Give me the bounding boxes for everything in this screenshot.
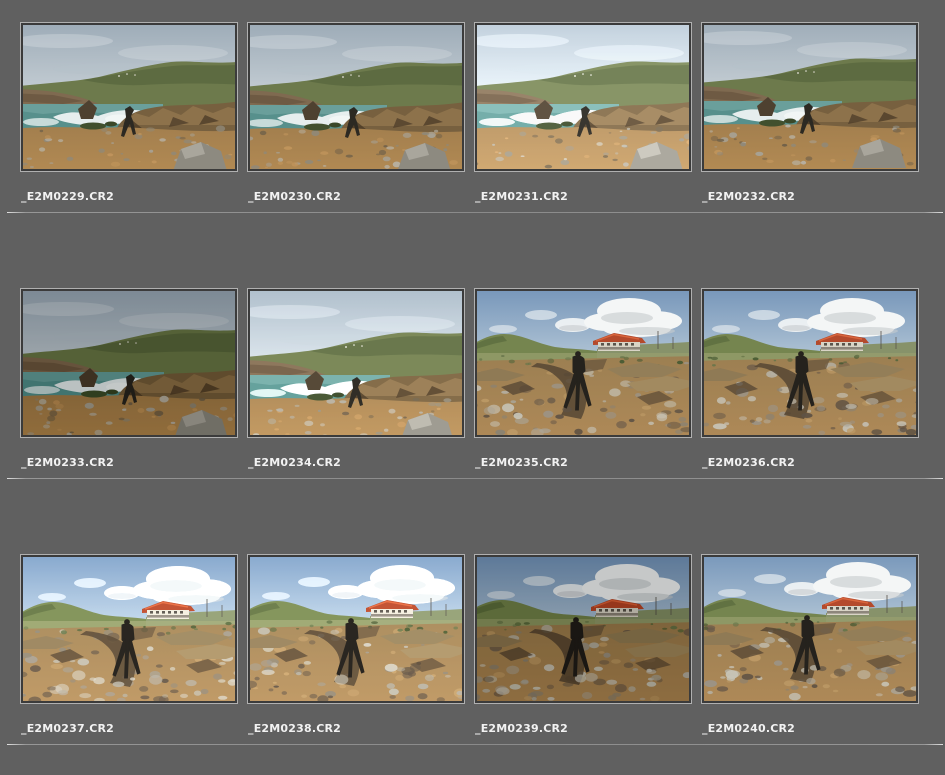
thumbnail-row: _E2M0237.CR2 _E2M0238.CR2 _E2M0239.CR2 _… xyxy=(0,554,945,766)
filename-label: _E2M0235.CR2 xyxy=(475,456,569,469)
photo-image xyxy=(23,291,235,435)
thumbnail-row-cells: _E2M0233.CR2 _E2M0234.CR2 _E2M0235.CR2 _… xyxy=(20,288,945,469)
photo-thumbnail[interactable]: _E2M0236.CR2 xyxy=(701,288,919,469)
filename-label: _E2M0237.CR2 xyxy=(21,722,115,735)
thumbnail-row-cells: _E2M0229.CR2 _E2M0230.CR2 _E2M0231.CR2 _… xyxy=(20,22,945,203)
thumbnail-row-cells: _E2M0237.CR2 _E2M0238.CR2 _E2M0239.CR2 _… xyxy=(20,554,945,735)
row-divider xyxy=(7,744,943,745)
photo-thumbnail[interactable]: _E2M0237.CR2 xyxy=(20,554,238,735)
photo-thumbnail[interactable]: _E2M0233.CR2 xyxy=(20,288,238,469)
photo-thumbnail[interactable]: _E2M0238.CR2 xyxy=(247,554,465,735)
photo-thumbnail[interactable]: _E2M0234.CR2 xyxy=(247,288,465,469)
photo-image xyxy=(250,557,462,701)
thumbnail-grid: _E2M0229.CR2 _E2M0230.CR2 _E2M0231.CR2 _… xyxy=(0,0,945,775)
photo-frame[interactable] xyxy=(474,288,692,438)
photo-thumbnail[interactable]: _E2M0235.CR2 xyxy=(474,288,692,469)
filename-label: _E2M0239.CR2 xyxy=(475,722,569,735)
photo-thumbnail[interactable]: _E2M0230.CR2 xyxy=(247,22,465,203)
photo-frame[interactable] xyxy=(701,554,919,704)
photo-frame[interactable] xyxy=(701,22,919,172)
row-divider xyxy=(7,478,943,479)
photo-thumbnail[interactable]: _E2M0232.CR2 xyxy=(701,22,919,203)
filename-label: _E2M0236.CR2 xyxy=(702,456,796,469)
filename-label: _E2M0230.CR2 xyxy=(248,190,342,203)
photo-image xyxy=(477,25,689,169)
photo-image xyxy=(250,291,462,435)
filename-label: _E2M0238.CR2 xyxy=(248,722,342,735)
photo-image xyxy=(250,25,462,169)
filename-label: _E2M0231.CR2 xyxy=(475,190,569,203)
filename-label: _E2M0234.CR2 xyxy=(248,456,342,469)
photo-frame[interactable] xyxy=(701,288,919,438)
photo-frame[interactable] xyxy=(247,554,465,704)
filename-label: _E2M0233.CR2 xyxy=(21,456,115,469)
photo-image xyxy=(704,557,916,701)
photo-thumbnail[interactable]: _E2M0240.CR2 xyxy=(701,554,919,735)
photo-frame[interactable] xyxy=(20,554,238,704)
photo-image xyxy=(477,291,689,435)
photo-thumbnail[interactable]: _E2M0229.CR2 xyxy=(20,22,238,203)
thumbnail-row: _E2M0233.CR2 _E2M0234.CR2 _E2M0235.CR2 _… xyxy=(0,288,945,500)
photo-frame[interactable] xyxy=(474,22,692,172)
filename-label: _E2M0232.CR2 xyxy=(702,190,796,203)
photo-thumbnail[interactable]: _E2M0239.CR2 xyxy=(474,554,692,735)
thumbnail-row: _E2M0229.CR2 _E2M0230.CR2 _E2M0231.CR2 _… xyxy=(0,22,945,234)
row-divider xyxy=(7,212,943,213)
photo-frame[interactable] xyxy=(247,288,465,438)
photo-image xyxy=(477,557,689,701)
photo-frame[interactable] xyxy=(20,22,238,172)
photo-image xyxy=(704,25,916,169)
photo-image xyxy=(23,557,235,701)
filename-label: _E2M0229.CR2 xyxy=(21,190,115,203)
photo-image xyxy=(23,25,235,169)
photo-thumbnail[interactable]: _E2M0231.CR2 xyxy=(474,22,692,203)
filename-label: _E2M0240.CR2 xyxy=(702,722,796,735)
photo-image xyxy=(704,291,916,435)
photo-frame[interactable] xyxy=(247,22,465,172)
photo-frame[interactable] xyxy=(20,288,238,438)
photo-frame[interactable] xyxy=(474,554,692,704)
